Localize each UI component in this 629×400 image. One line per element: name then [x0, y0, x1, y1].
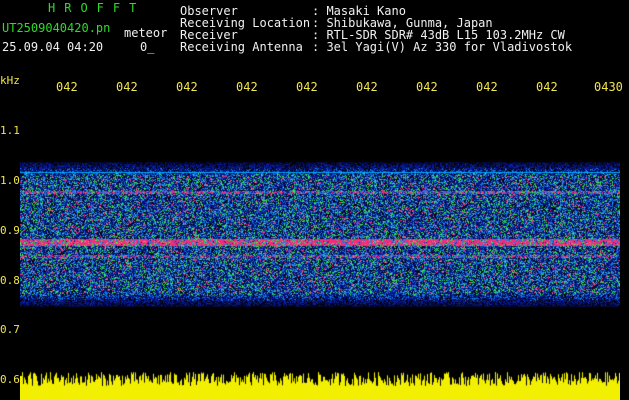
- x-tick: 0430: [594, 80, 623, 94]
- y-tick: 0.8: [0, 274, 20, 287]
- spectrogram-canvas: [20, 96, 620, 400]
- counter: 0_: [140, 40, 155, 54]
- y-tick: 0.9: [0, 224, 20, 237]
- file-name: UT2509040420.pn: [2, 21, 111, 35]
- x-tick: 042: [236, 80, 258, 94]
- x-tick: 042: [536, 80, 558, 94]
- y-tick: 1.0: [0, 174, 20, 187]
- y-tick: 1.1: [0, 124, 20, 137]
- x-tick: 042: [56, 80, 78, 94]
- x-tick: 042: [356, 80, 378, 94]
- station-value-antenna: : 3el Yagi(V) Az 330 for Vladivostok: [312, 40, 573, 54]
- app-title: HROFFT: [48, 1, 146, 15]
- spectrogram-plot: [20, 96, 620, 400]
- station-label-antenna: Receiving Antenna: [180, 40, 303, 54]
- x-tick: 042: [416, 80, 438, 94]
- x-tick: 042: [296, 80, 318, 94]
- x-tick: 042: [116, 80, 138, 94]
- y-tick: 0.6: [0, 373, 20, 386]
- y-tick: 0.7: [0, 323, 20, 336]
- mode-label: meteor: [124, 26, 168, 40]
- date-time: 25.09.04 04:20: [2, 40, 104, 54]
- x-tick: 042: [176, 80, 198, 94]
- y-axis-unit: kHz: [0, 74, 20, 87]
- x-tick: 042: [476, 80, 498, 94]
